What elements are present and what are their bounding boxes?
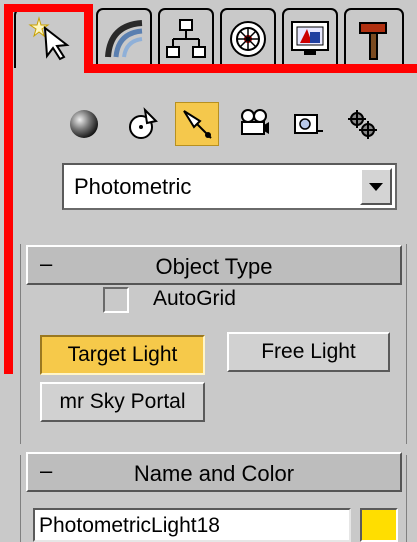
tab-hierarchy[interactable]: [158, 8, 214, 68]
autogrid-label: AutoGrid: [153, 287, 236, 310]
space-warps-button[interactable]: [340, 102, 384, 146]
object-type-rollout-left-edge: [20, 244, 21, 444]
name-color-rollout-left-edge: [20, 455, 21, 542]
category-dropdown-value: Photometric: [74, 174, 192, 199]
lights-icon: [183, 110, 212, 139]
autogrid-checkbox[interactable]: [103, 287, 129, 313]
tab-utilities[interactable]: [344, 8, 404, 68]
highlight-frame-panel-top: [84, 64, 417, 73]
highlight-frame-tab-right: [84, 4, 93, 72]
shapes-button[interactable]: [120, 102, 164, 146]
highlight-frame-top: [4, 4, 92, 12]
name-color-rollout-title: Name and Color: [133, 461, 295, 486]
utilities-hammer-icon: [359, 22, 387, 60]
mr-sky-portal-button[interactable]: mr Sky Portal: [40, 382, 205, 422]
tab-display[interactable]: [282, 8, 338, 68]
dropdown-arrow-button[interactable]: [360, 168, 392, 205]
tab-motion[interactable]: [220, 8, 276, 68]
highlight-frame-left: [4, 4, 13, 374]
lights-button[interactable]: [175, 102, 219, 146]
object-type-rollout-title: Object Type: [155, 254, 273, 279]
geometry-button[interactable]: [62, 102, 106, 146]
motion-wheel-icon: [230, 21, 266, 57]
name-color-rollout-header[interactable]: – Name and Color: [26, 452, 402, 492]
tab-modify[interactable]: [96, 8, 152, 68]
shapes-icon: [129, 107, 158, 139]
space-warps-icon: [348, 110, 377, 139]
create-cursor-star-icon: [28, 16, 70, 61]
modify-curve-icon: [105, 20, 143, 58]
category-dropdown[interactable]: Photometric: [62, 163, 397, 210]
free-light-button[interactable]: Free Light: [227, 332, 390, 372]
hierarchy-icon: [166, 19, 206, 58]
geometry-sphere-icon: [70, 110, 98, 138]
object-type-rollout-right-edge: [406, 244, 407, 444]
object-type-rollout-header[interactable]: – Object Type: [26, 245, 402, 285]
chevron-down-icon: [369, 182, 383, 191]
helpers-icon: [294, 114, 323, 134]
target-light-button[interactable]: Target Light: [40, 335, 205, 375]
object-color-swatch[interactable]: [360, 508, 398, 542]
name-color-rollout-right-edge: [406, 455, 407, 542]
tab-create[interactable]: [14, 8, 90, 68]
helpers-button[interactable]: [286, 102, 330, 146]
display-monitor-icon: [291, 21, 329, 55]
cameras-button[interactable]: [232, 102, 276, 146]
cameras-icon: [241, 109, 269, 135]
object-name-field[interactable]: PhotometricLight18: [33, 508, 351, 542]
